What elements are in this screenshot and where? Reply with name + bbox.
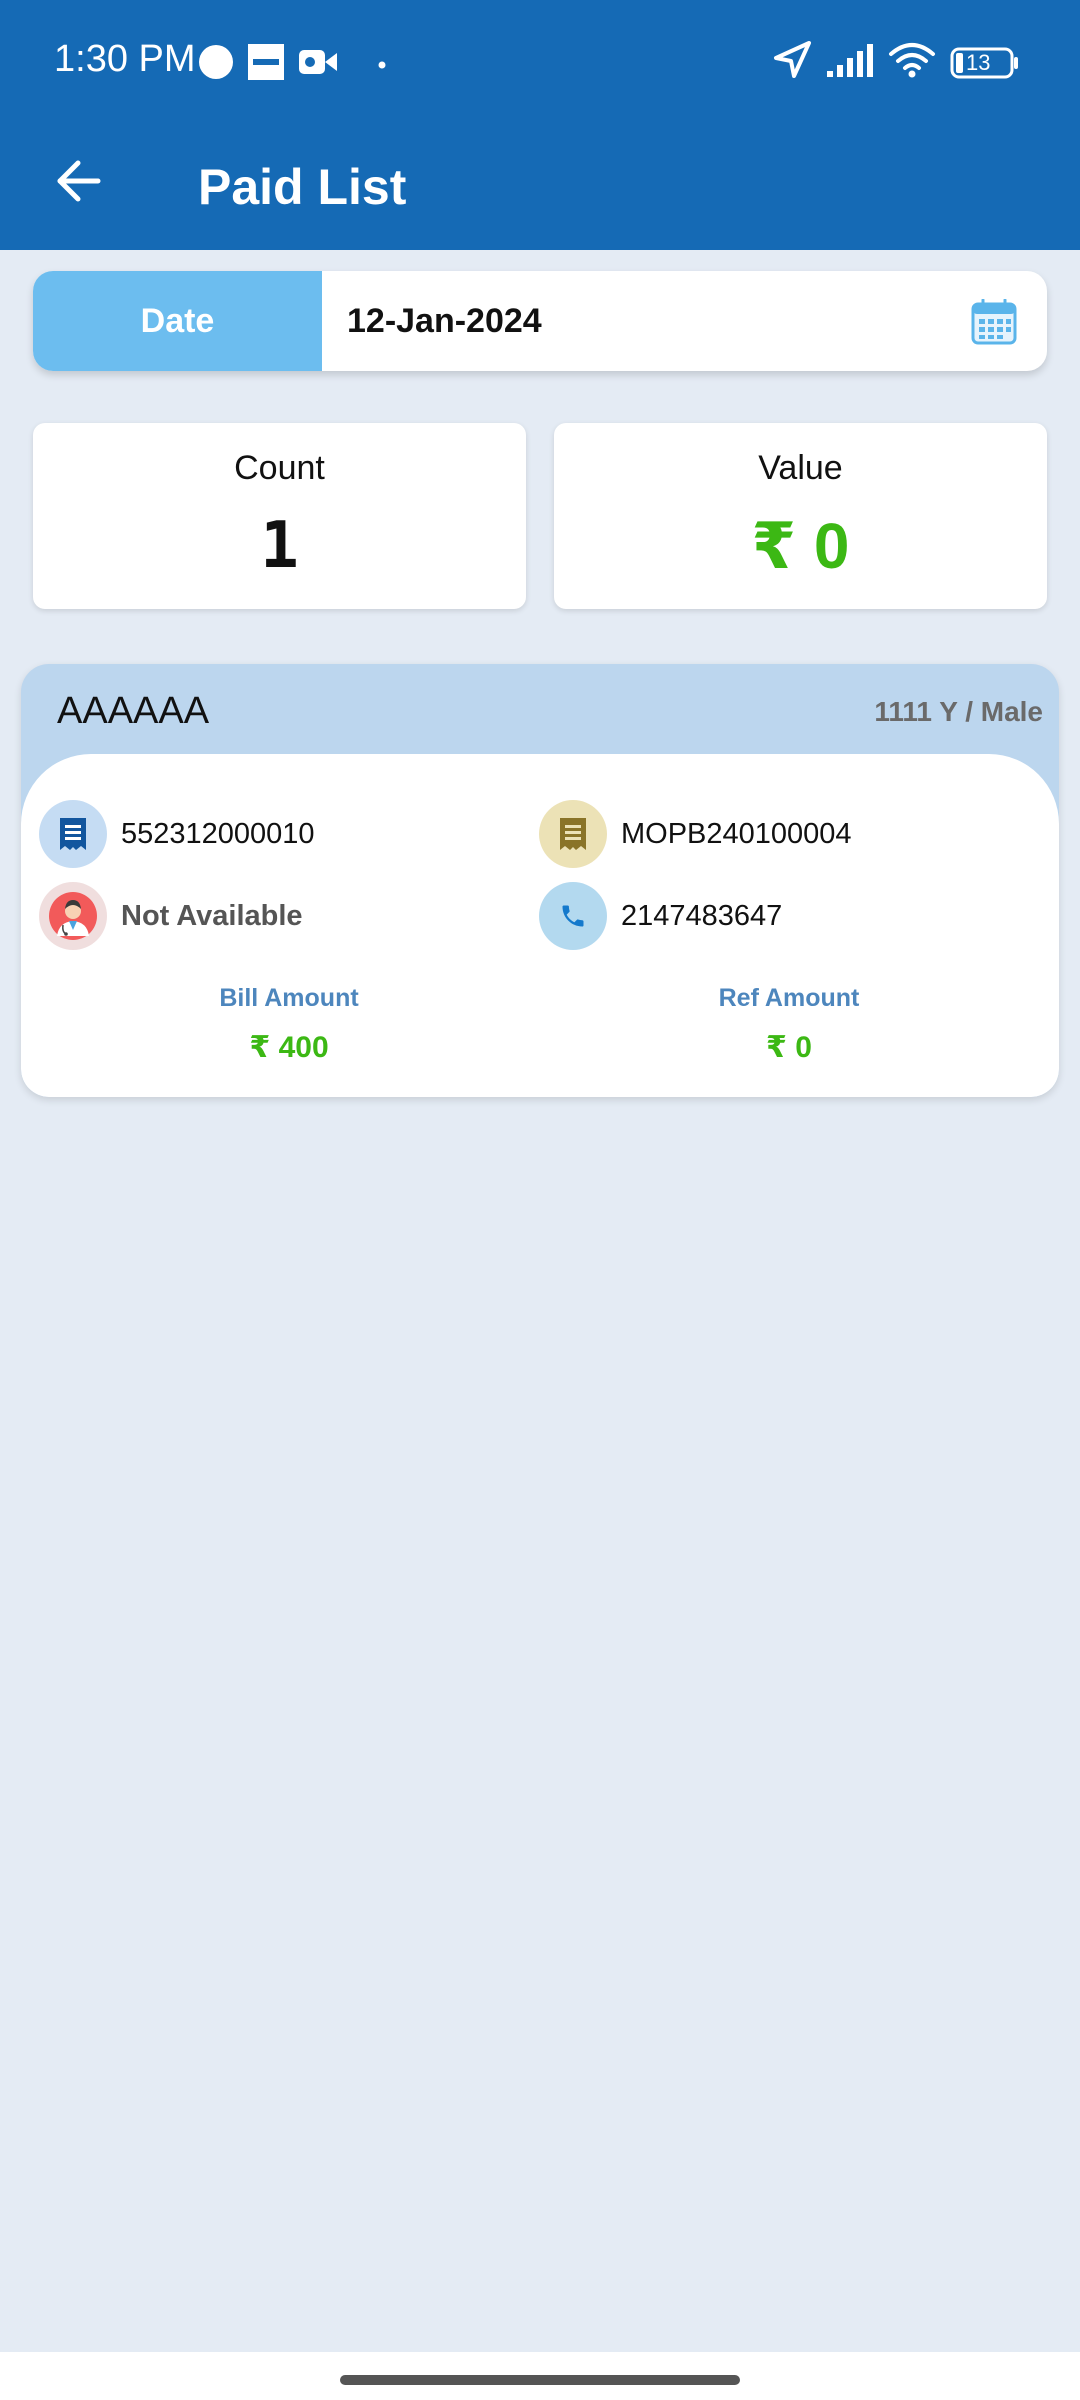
calendar-icon (971, 298, 1017, 349)
signal-icon (826, 43, 876, 82)
back-button[interactable] (42, 147, 114, 219)
doctor-item: Not Available (39, 882, 303, 950)
count-value: 1 (260, 509, 299, 583)
battery-level: 13 (966, 49, 991, 75)
receipt-number-item: MOPB240100004 (539, 800, 852, 868)
phone-icon (539, 882, 607, 950)
app-bar: 1:30 PM 13 Paid List (0, 0, 1080, 250)
receipt-icon (539, 800, 607, 868)
bill-number-item: 552312000010 (39, 800, 315, 868)
value-amount: ₹ 0 (751, 510, 850, 582)
page-title: Paid List (198, 159, 407, 215)
bill-amount-label: Bill Amount (219, 984, 359, 1012)
status-right-icons: 13 (772, 40, 1020, 85)
ref-amount-label: Ref Amount (718, 984, 860, 1012)
date-filter[interactable]: Date 12-Jan-2024 (33, 271, 1047, 371)
status-bar: 1:30 PM 13 (0, 0, 1080, 125)
location-arrow-icon (772, 40, 812, 85)
paid-record-card[interactable]: AAAAAA 1111 Y / Male 552312000010 MOPB24… (21, 664, 1059, 1097)
bill-number: 552312000010 (121, 817, 315, 850)
zomato-icon (248, 44, 284, 85)
value-card: Value ₹ 0 (554, 423, 1047, 609)
back-arrow-icon (54, 157, 102, 210)
toolbar: Paid List (0, 125, 1080, 250)
patient-name: AAAAAA (57, 690, 210, 732)
value-label: Value (758, 449, 843, 487)
count-card: Count 1 (33, 423, 526, 609)
status-time: 1:30 PM (54, 38, 196, 80)
navigation-bar (0, 2352, 1080, 2400)
bill-icon (39, 800, 107, 868)
receipt-number: MOPB240100004 (621, 817, 852, 850)
date-value[interactable]: 12-Jan-2024 (347, 271, 542, 371)
phone-item: 2147483647 (539, 882, 782, 950)
count-label: Count (234, 449, 325, 487)
doctor-icon (39, 882, 107, 950)
patient-age-gender: 1111 Y / Male (874, 696, 1043, 727)
calendar-button[interactable] (971, 298, 1017, 345)
dot-icon (378, 56, 386, 74)
battery-icon: 13 (950, 47, 1020, 79)
doctor-name: Not Available (121, 899, 303, 932)
wifi-icon (888, 41, 936, 84)
date-label: Date (33, 271, 322, 371)
video-camera-icon (298, 47, 338, 82)
status-left-icons (198, 44, 386, 85)
bill-amount-value: ₹ 400 (249, 1031, 329, 1064)
phone-number: 2147483647 (621, 899, 783, 932)
record-details: 552312000010 MOPB240100004 Not Available… (21, 754, 1059, 1097)
ref-amount-value: ₹ 0 (766, 1031, 812, 1064)
home-indicator[interactable] (340, 2375, 740, 2385)
circle-icon (198, 44, 234, 85)
